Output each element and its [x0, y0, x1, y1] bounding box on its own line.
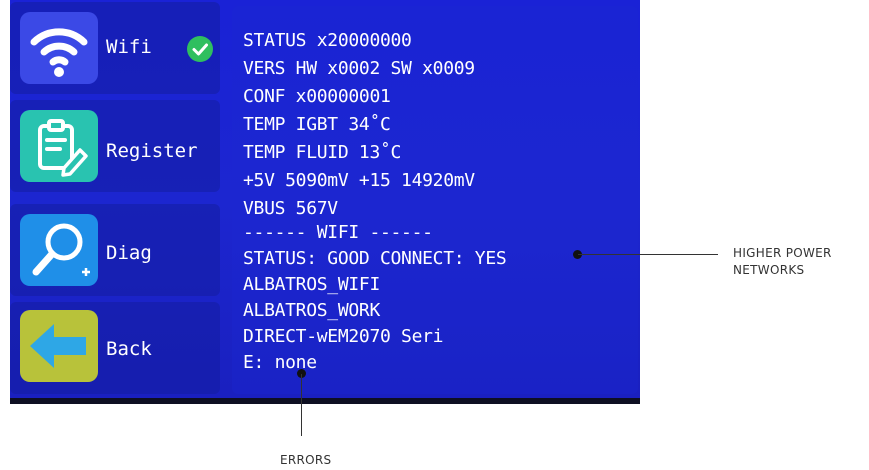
- menu-label-diag: Diag: [106, 242, 152, 264]
- info-line-vbus: VBUS 567V: [243, 198, 338, 219]
- wifi-icon: [30, 28, 88, 77]
- info-line-status: STATUS x20000000: [243, 30, 412, 51]
- annotation-networks-line1: HIGHER POWER: [733, 246, 832, 260]
- menu-label-register: Register: [106, 140, 198, 162]
- diag-tile: [20, 214, 98, 286]
- info-line-voltages: +5V 5090mV +15 14920mV: [243, 170, 475, 191]
- info-line-version: VERS HW x0002 SW x0009: [243, 58, 475, 79]
- info-line-network-3: DIRECT-wEM2070 Seri: [243, 326, 444, 347]
- arrow-left-icon: [30, 324, 86, 368]
- wifi-tile: [20, 12, 98, 84]
- menu-item-diag[interactable]: Diag: [10, 204, 220, 296]
- menu-label-wifi: Wifi: [106, 36, 152, 58]
- info-line-network-1: ALBATROS_WIFI: [243, 274, 380, 295]
- annotation-networks-line2: NETWORKS: [733, 263, 805, 277]
- info-line-errors: E: none: [243, 352, 317, 373]
- menu-item-register[interactable]: Register: [10, 100, 220, 192]
- info-line-wifi-header: ------ WIFI ------: [243, 222, 433, 243]
- annotation-errors: ERRORS: [280, 453, 332, 467]
- info-line-wifi-status: STATUS: GOOD CONNECT: YES: [243, 248, 507, 269]
- annotation-leader-networks: [578, 254, 718, 255]
- register-tile: [20, 110, 98, 182]
- screen-bezel: [10, 398, 640, 404]
- info-line-temp-igbt: TEMP IGBT 34˚C: [243, 114, 391, 135]
- menu-item-back[interactable]: Back: [10, 302, 220, 394]
- info-line-conf: CONF x00000001: [243, 86, 391, 107]
- info-line-temp-fluid: TEMP FLUID 13˚C: [243, 142, 402, 163]
- magnifier-icon: [32, 223, 90, 276]
- menu-label-back: Back: [106, 338, 152, 360]
- annotation-leader-errors: [301, 374, 302, 436]
- menu-item-wifi[interactable]: Wifi: [10, 2, 220, 94]
- back-tile: [20, 310, 98, 382]
- clipboard-edit-icon: [38, 119, 88, 177]
- check-circle-icon: [187, 36, 213, 62]
- info-line-network-2: ALBATROS_WORK: [243, 300, 380, 321]
- annotation-networks: HIGHER POWER NETWORKS: [733, 245, 832, 279]
